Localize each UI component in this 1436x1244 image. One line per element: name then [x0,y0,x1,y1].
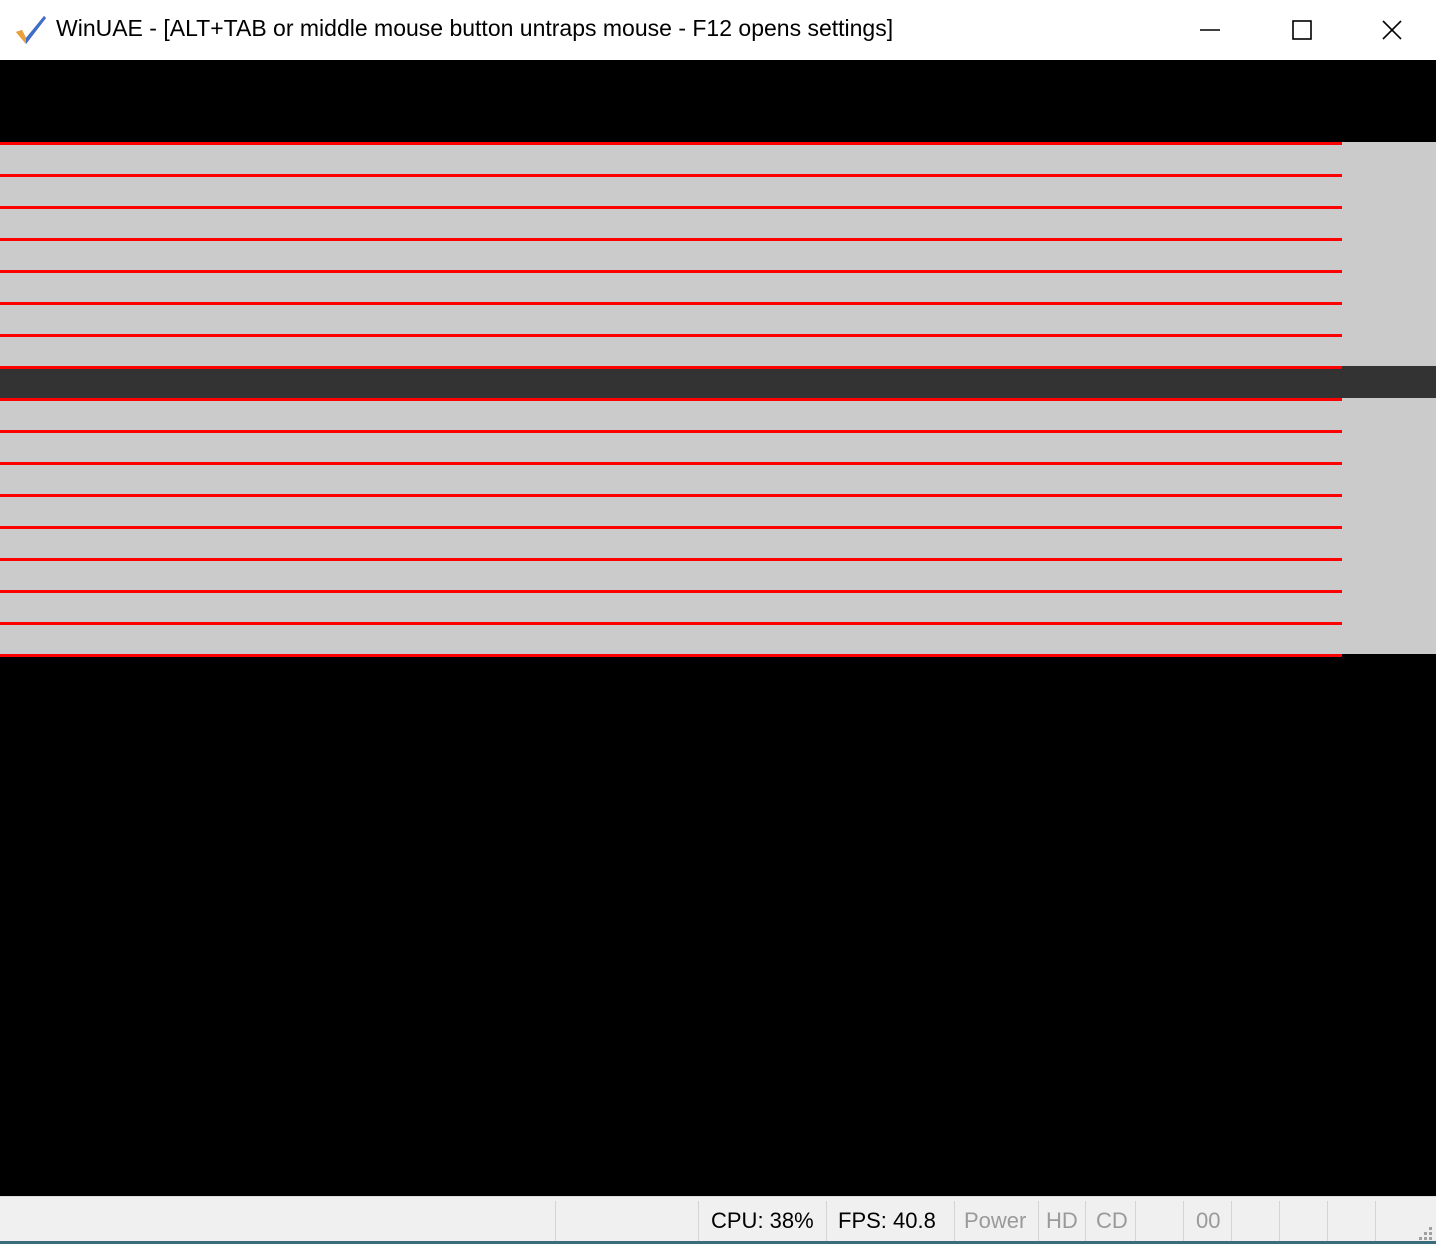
close-icon [1382,20,1402,40]
red-raster-line [0,430,1342,433]
red-raster-line [0,526,1342,529]
close-button[interactable] [1346,0,1436,60]
minimize-icon [1200,29,1220,31]
red-raster-line [0,622,1342,625]
red-raster-line [0,270,1342,273]
dark-band [0,366,1436,398]
status-bar: CPU: 38% FPS: 40.8 Power HD CD 00 [0,1196,1436,1244]
minimize-button[interactable] [1164,0,1256,60]
red-raster-line [0,590,1342,593]
red-raster-line [0,462,1342,465]
winuae-check-icon[interactable] [12,12,48,48]
emulator-display[interactable] [0,60,1436,1196]
red-raster-line [0,142,1342,145]
title-bar[interactable]: WinUAE - [ALT+TAB or middle mouse button… [0,0,1436,60]
status-cell-empty-1 [0,1201,555,1241]
maximize-icon [1292,20,1312,40]
red-raster-line [0,174,1342,177]
red-raster-line [0,558,1342,561]
status-drive-df0[interactable]: 00 [1183,1201,1231,1241]
status-drive-df1[interactable] [1231,1201,1279,1241]
maximize-button[interactable] [1256,0,1348,60]
window-title: WinUAE - [ALT+TAB or middle mouse button… [56,15,894,41]
status-fps: FPS: 40.8 [826,1201,954,1241]
status-hd[interactable]: HD [1038,1201,1085,1241]
red-raster-line [0,398,1342,401]
status-drive-df2[interactable] [1279,1201,1327,1241]
status-cell-empty-2 [555,1201,698,1241]
status-power: Power [954,1201,1038,1241]
red-raster-line [0,302,1342,305]
red-raster-line [0,494,1342,497]
resize-grip-icon[interactable] [1418,1226,1432,1240]
status-cell-empty-3 [1135,1201,1183,1241]
red-raster-line [0,206,1342,209]
red-raster-line [0,366,1342,369]
status-cpu: CPU: 38% [698,1201,826,1241]
red-raster-line [0,238,1342,241]
status-drive-df3[interactable] [1327,1201,1375,1241]
status-cd[interactable]: CD [1085,1201,1135,1241]
red-raster-line [0,334,1342,337]
red-raster-line [0,654,1342,657]
